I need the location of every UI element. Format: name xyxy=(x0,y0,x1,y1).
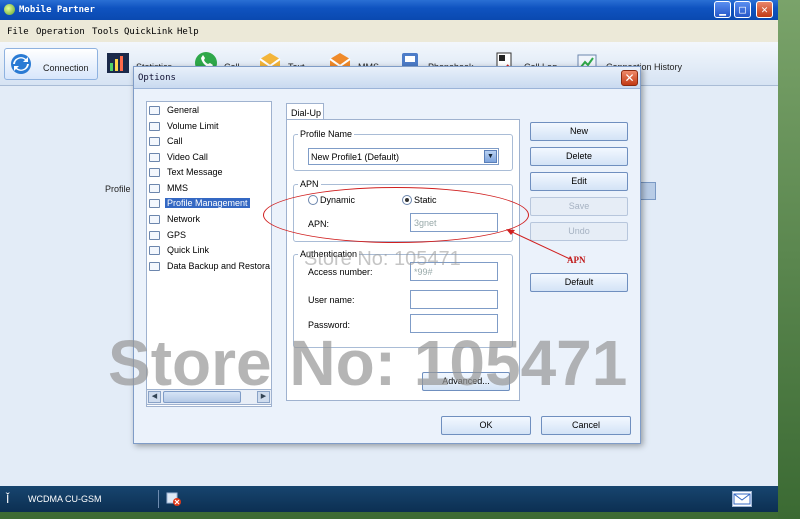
tree-item-text-message[interactable]: Text Message xyxy=(149,166,271,180)
tree-item-quick-link[interactable]: Quick Link xyxy=(149,244,271,258)
open-folder-icon xyxy=(149,199,160,208)
profile-name-select[interactable]: New Profile1 (Default) ▼ xyxy=(308,148,499,165)
folder-icon xyxy=(149,246,160,255)
tree-item-mms[interactable]: MMS xyxy=(149,182,271,196)
tool-label: Connection xyxy=(43,63,89,73)
profile-label: Profile xyxy=(105,184,131,194)
tool-connection[interactable]: Connection xyxy=(4,48,98,80)
chevron-down-icon[interactable]: ▼ xyxy=(484,150,497,163)
title-bar: Mobile Partner ▁ □ ✕ xyxy=(0,0,778,20)
menu-quicklink[interactable]: QuickLink xyxy=(124,27,173,37)
folder-icon xyxy=(149,122,160,131)
folder-icon xyxy=(149,106,160,115)
delete-button[interactable]: Delete xyxy=(530,147,628,166)
folder-icon xyxy=(149,262,160,271)
annotation-arrow-icon xyxy=(506,229,571,260)
group-title: Profile Name xyxy=(298,129,355,139)
close-button[interactable]: ✕ xyxy=(756,1,773,18)
menu-help[interactable]: Help xyxy=(177,27,199,37)
default-button[interactable]: Default xyxy=(530,273,628,292)
tree-label: Call xyxy=(167,136,183,146)
tree-item-network[interactable]: Network xyxy=(149,213,271,227)
cancel-button[interactable]: Cancel xyxy=(541,416,631,435)
tree-item-video-call[interactable]: Video Call xyxy=(149,151,271,165)
tree-label: Video Call xyxy=(167,152,208,162)
tree-item-data-backup[interactable]: Data Backup and Restora xyxy=(149,260,271,274)
group-title: APN xyxy=(298,179,321,189)
signal-icon: Ǐ xyxy=(6,492,10,506)
disconnected-icon xyxy=(166,492,181,506)
tree-item-call[interactable]: Call xyxy=(149,135,271,149)
new-button[interactable]: New xyxy=(530,122,628,141)
menu-bar: File Operation Tools QuickLink Help xyxy=(0,20,778,42)
folder-icon xyxy=(149,231,160,240)
folder-icon xyxy=(149,215,160,224)
dialog-close-button[interactable]: ✕ xyxy=(621,70,638,86)
apn-annotation-label: APN xyxy=(567,255,586,265)
apn-annotation-ellipse xyxy=(263,187,529,243)
user-name-input[interactable] xyxy=(410,290,498,309)
watermark-small: Store No: 105471 xyxy=(304,248,461,270)
tree-item-volume-limit[interactable]: Volume Limit xyxy=(149,120,271,134)
dialog-title-bar: Options ✕ xyxy=(134,67,640,89)
folder-icon xyxy=(149,184,160,193)
folder-icon xyxy=(149,137,160,146)
menu-operation[interactable]: Operation xyxy=(36,27,85,37)
edit-button[interactable]: Edit xyxy=(530,172,628,191)
menu-tools[interactable]: Tools xyxy=(92,27,119,37)
folder-icon xyxy=(149,168,160,177)
user-name-label: User name: xyxy=(308,295,355,305)
profile-combo-edge[interactable] xyxy=(640,182,656,200)
tree-item-general[interactable]: General xyxy=(149,104,271,118)
app-logo-icon xyxy=(4,4,15,15)
ok-button[interactable]: OK xyxy=(441,416,531,435)
tab-dial-up[interactable]: Dial-Up xyxy=(286,103,324,120)
tree-item-profile-management[interactable]: Profile Management xyxy=(149,197,271,211)
network-status: WCDMA CU-GSM xyxy=(28,494,102,504)
watermark-big: Store No: 105471 xyxy=(108,327,628,399)
desktop-background xyxy=(778,0,800,519)
tree-label: Quick Link xyxy=(167,245,210,255)
status-bar: Ǐ WCDMA CU-GSM xyxy=(0,486,778,512)
profile-name-group: Profile Name New Profile1 (Default) ▼ xyxy=(293,129,513,171)
save-button[interactable]: Save xyxy=(530,197,628,216)
tree-label: MMS xyxy=(167,183,188,193)
menu-file[interactable]: File xyxy=(7,27,29,37)
maximize-button[interactable]: □ xyxy=(734,1,751,18)
tree-label: Profile Management xyxy=(165,198,250,208)
profile-name-value: New Profile1 (Default) xyxy=(311,152,400,162)
tree-item-gps[interactable]: GPS xyxy=(149,229,271,243)
divider xyxy=(158,490,159,508)
dialog-title: Options xyxy=(138,73,176,83)
tree-label: General xyxy=(167,105,200,115)
minimize-button[interactable]: ▁ xyxy=(714,1,731,18)
tree-label: Volume Limit xyxy=(167,121,219,131)
tree-label: Text Message xyxy=(167,167,223,177)
mail-icon[interactable] xyxy=(732,491,752,507)
tree-label: Network xyxy=(167,214,201,224)
folder-icon xyxy=(149,153,160,162)
window-title: Mobile Partner xyxy=(19,5,95,15)
connection-icon xyxy=(11,54,31,74)
tree-label: GPS xyxy=(167,230,187,240)
tree-label: Data Backup and Restora xyxy=(167,261,271,271)
statistics-icon xyxy=(107,53,129,73)
tab-label: Dial-Up xyxy=(291,108,322,118)
